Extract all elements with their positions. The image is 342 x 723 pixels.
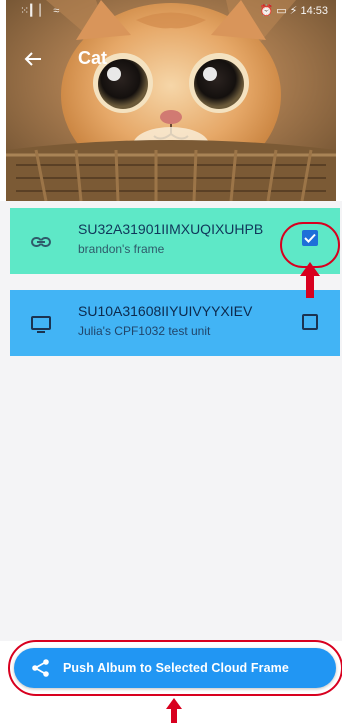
frame-list: SU32A31901IIMXUQIXUHPB brandon's frame S… bbox=[0, 201, 342, 641]
arrow-left-icon bbox=[24, 52, 41, 66]
page-title: Cat bbox=[78, 48, 108, 68]
album-header: ⁙▎▏ ≈ ⏰ ▭ ⚡ 14:53 Cat bbox=[6, 0, 336, 201]
frame-id: SU10A31608IIYUIVYYXIEV bbox=[78, 303, 253, 319]
annotation-arrow-up-icon bbox=[300, 262, 320, 298]
push-album-label: Push Album to Selected Cloud Frame bbox=[63, 661, 289, 675]
cat-photo bbox=[6, 0, 336, 201]
frame-id: SU32A31901IIMXUQIXUHPB bbox=[78, 221, 264, 237]
back-button[interactable] bbox=[20, 46, 46, 72]
annotation-arrow-up-icon bbox=[166, 698, 182, 723]
clock-battery-indicators: ⏰ ▭ ⚡ 14:53 bbox=[259, 5, 328, 17]
share-icon bbox=[32, 659, 49, 677]
frame-select-checkbox[interactable] bbox=[302, 314, 318, 330]
frame-name: Julia's CPF1032 test unit bbox=[78, 324, 211, 338]
push-album-button[interactable]: Push Album to Selected Cloud Frame bbox=[14, 648, 336, 688]
status-bar: ⁙▎▏ ≈ ⏰ ▭ ⚡ 14:53 bbox=[6, 0, 336, 22]
link-icon bbox=[31, 237, 51, 247]
frame-list-item[interactable]: SU10A31608IIYUIVYYXIEV Julia's CPF1032 t… bbox=[10, 290, 340, 356]
monitor-icon bbox=[31, 316, 51, 333]
signal-wifi-indicators: ⁙▎▏ ≈ bbox=[20, 5, 61, 17]
frame-name: brandon's frame bbox=[78, 242, 165, 256]
